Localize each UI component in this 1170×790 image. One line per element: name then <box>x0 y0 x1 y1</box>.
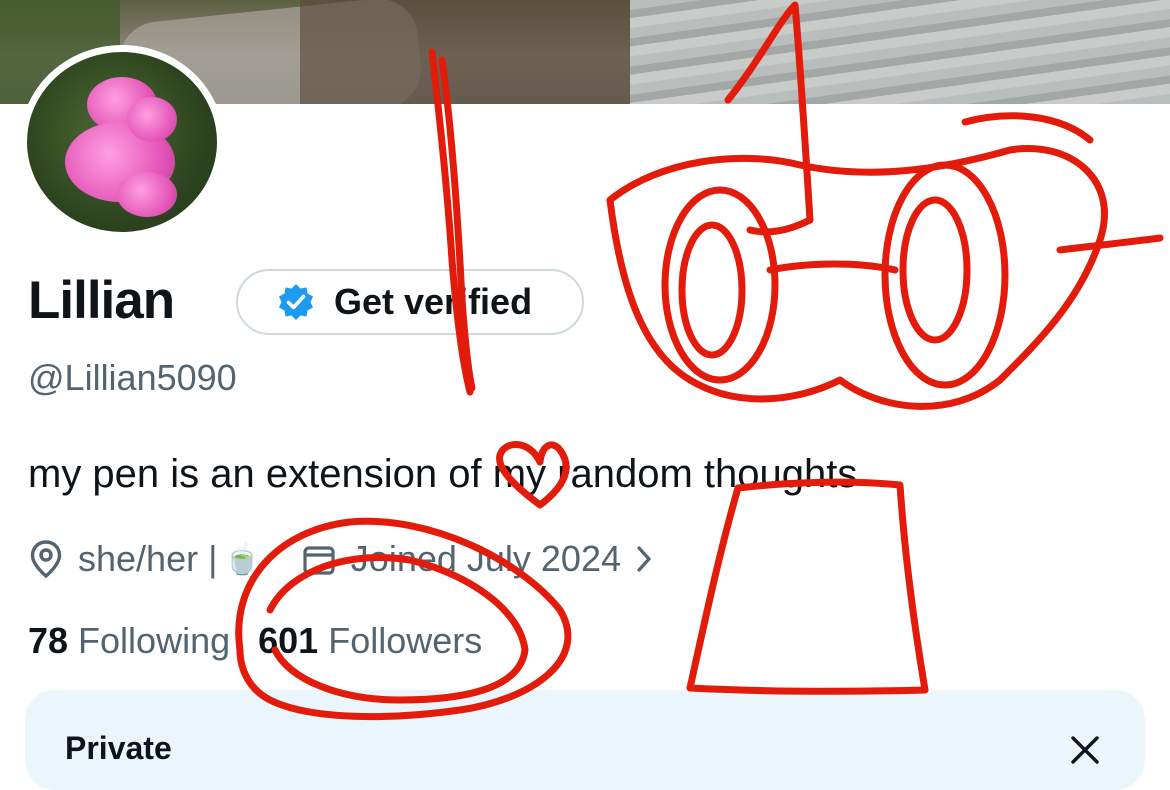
banner-wood <box>630 0 1170 104</box>
doodle-stroke-ear-right <box>1056 234 1164 254</box>
profile-bio: my pen is an extension of my random thou… <box>28 452 858 496</box>
following-link[interactable]: 78 Following <box>28 620 230 662</box>
close-icon[interactable] <box>1065 730 1105 770</box>
doodle-stroke-top-right <box>961 112 1094 144</box>
followers-link[interactable]: 601 Followers <box>258 620 482 662</box>
profile-meta: she/her | 🍵 Joined July 2024 <box>28 535 653 583</box>
followers-count: 601 <box>258 620 319 661</box>
card-title: Private <box>65 730 172 766</box>
doodle-stroke-vertical-2 <box>438 56 476 392</box>
doodle-trapezoid <box>686 478 929 695</box>
doodle-eye-left-inner <box>678 221 746 359</box>
following-label: Following <box>78 620 231 661</box>
doodle-eye-right <box>881 161 1009 389</box>
avatar-flower-petal <box>127 97 177 142</box>
following-count: 78 <box>28 620 69 661</box>
verified-badge-icon <box>279 284 313 320</box>
doodle-eye-right-inner <box>899 196 971 344</box>
avatar-flower-petal <box>117 172 177 217</box>
followers-label: Followers <box>328 620 483 661</box>
follow-stats: 78 Following 601 Followers <box>28 620 482 662</box>
display-name: Lillian <box>28 271 175 330</box>
location-pin-icon <box>30 540 62 579</box>
joined-date: Joined July 2024 <box>350 538 621 579</box>
doodle-stroke-bridge <box>766 260 899 274</box>
calendar-icon <box>303 546 335 575</box>
chevron-right-icon[interactable] <box>635 544 653 574</box>
profile-handle: @Lillian5090 <box>28 357 237 398</box>
avatar[interactable] <box>27 52 217 232</box>
tea-emoji: 🍵 <box>223 542 261 576</box>
doodle-stroke-band <box>606 145 1108 410</box>
pronouns-text: she/her | <box>78 538 218 579</box>
doodle-eye-left <box>661 186 779 384</box>
get-verified-button[interactable]: Get verified <box>236 269 584 335</box>
banner-soil <box>300 0 630 104</box>
get-verified-label: Get verified <box>334 281 533 322</box>
private-account-card: Private <box>25 690 1145 790</box>
